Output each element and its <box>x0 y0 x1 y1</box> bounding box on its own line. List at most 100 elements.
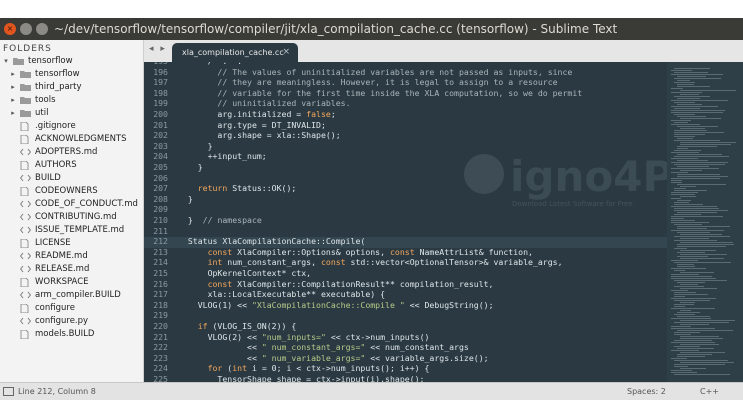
tree-file-item[interactable]: WORKSPACE <box>0 276 143 289</box>
code-line[interactable]: } <box>178 162 203 172</box>
minimap[interactable] <box>667 62 743 382</box>
minimap-line <box>674 296 685 297</box>
file-icon <box>20 330 31 339</box>
minimap-line <box>680 234 722 235</box>
code-line[interactable]: if (VLOG_IS_ON(2)) { <box>178 321 297 331</box>
code-line[interactable]: return Status::OK(); <box>178 183 297 193</box>
close-window-button[interactable]: × <box>4 23 16 35</box>
chevron-right-icon[interactable]: ▸ <box>9 68 17 81</box>
tree-file-item[interactable]: .gitignore <box>0 120 143 133</box>
tree-folder-item[interactable]: ▸ tools <box>0 94 143 107</box>
code-line[interactable]: // The values of uninitialized variables… <box>178 67 572 77</box>
code-line[interactable]: arg.type = DT_INVALID; <box>178 120 325 130</box>
code-line[interactable]: } <box>178 141 213 151</box>
tree-file-item[interactable]: configure.py <box>0 315 143 328</box>
code-line[interactable]: const XlaCompiler::CompilationResult** c… <box>178 279 494 289</box>
tree-folder-item[interactable]: ▸ tensorflow <box>0 68 143 81</box>
code-editor[interactable]: 1951961971981992002012022032042052062072… <box>144 62 743 382</box>
code-line[interactable]: // they are meaningless. However, it is … <box>178 77 557 87</box>
tree-root-folder[interactable]: ▾ tensorflow <box>0 55 143 68</box>
minimap-line <box>677 166 709 167</box>
tree-folder-item[interactable]: ▸ util <box>0 107 143 120</box>
code-line[interactable]: for (int i = 0; i < ctx->num_inputs(); i… <box>178 363 430 373</box>
watermark-subtext: Download Latest Software for Free <box>512 200 633 208</box>
code-line[interactable]: Status XlaCompilationCache::Compile( <box>178 236 365 246</box>
code-line[interactable]: VLOG(1) << "XlaCompilationCache::Compile… <box>178 300 494 310</box>
code-line[interactable]: << " num_constant_args=" << num_constant… <box>178 342 469 352</box>
maximize-window-button[interactable] <box>36 23 48 35</box>
minimap-line <box>674 214 701 215</box>
code-file-icon <box>20 252 31 260</box>
chevron-right-icon[interactable]: ▸ <box>9 81 17 94</box>
minimap-line <box>671 112 723 113</box>
code-line[interactable]: const XlaCompiler::Options& options, con… <box>178 247 533 257</box>
panel-toggle-icon[interactable] <box>3 387 14 396</box>
minimap-line <box>677 256 708 257</box>
code-line[interactable]: / . . <box>178 62 243 66</box>
code-line[interactable]: VLOG(2) << "num_inputs=" << ctx->num_inp… <box>178 332 430 342</box>
tree-file-item[interactable]: ADOPTERS.md <box>0 146 143 159</box>
code-line[interactable]: // variable for the first time inside th… <box>178 88 582 98</box>
line-number: 221 <box>153 331 168 342</box>
line-number: 225 <box>153 374 168 382</box>
tree-item-label: CODEOWNERS <box>35 186 98 196</box>
tree-file-item[interactable]: CODE_OF_CONDUCT.md <box>0 198 143 211</box>
minimap-line <box>677 86 710 87</box>
tree-file-item[interactable]: CODEOWNERS <box>0 185 143 198</box>
tree-file-item[interactable]: arm_compiler.BUILD <box>0 289 143 302</box>
minimap-line <box>677 228 707 229</box>
code-line[interactable]: int num_constant_args, const std::vector… <box>178 257 563 267</box>
folder-icon <box>20 96 31 104</box>
tree-item-label: util <box>35 108 49 118</box>
tree-folder-item[interactable]: ▸ third_party <box>0 81 143 94</box>
code-file-icon <box>20 226 31 234</box>
minimap-line <box>680 242 733 243</box>
tree-file-item[interactable]: ISSUE_TEMPLATE.md <box>0 224 143 237</box>
tree-file-item[interactable]: LICENSE <box>0 237 143 250</box>
line-number: 199 <box>153 98 168 109</box>
watermark-logo-icon <box>464 154 504 194</box>
tree-file-item[interactable]: BUILD <box>0 172 143 185</box>
tree-file-item[interactable]: models.BUILD <box>0 328 143 341</box>
minimize-window-button[interactable] <box>20 23 32 35</box>
code-line[interactable]: } <box>178 194 193 204</box>
minimap-line <box>674 322 729 323</box>
tree-file-item[interactable]: README.md <box>0 250 143 263</box>
tab-navigation-arrows[interactable]: ◂ ▸ <box>149 44 167 54</box>
minimap-line <box>671 70 692 71</box>
code-line[interactable]: ++input_num; <box>178 151 267 161</box>
chevron-right-icon[interactable]: ▸ <box>9 107 17 120</box>
tree-file-item[interactable]: configure <box>0 302 143 315</box>
code-line[interactable]: } // namespace <box>178 215 262 225</box>
tab-close-icon[interactable]: × <box>282 43 290 62</box>
tree-file-item[interactable]: AUTHORS <box>0 159 143 172</box>
minimap-line <box>680 272 714 273</box>
minimap-line <box>674 280 727 281</box>
tree-file-item[interactable]: ACKNOWLEDGMENTS <box>0 133 143 146</box>
indentation-setting[interactable]: Spaces: 2 <box>627 383 666 400</box>
tree-file-item[interactable]: CONTRIBUTING.md <box>0 211 143 224</box>
minimap-line <box>677 282 705 283</box>
tree-item-label: tools <box>35 95 56 105</box>
minimap-line <box>671 192 698 193</box>
chevron-right-icon[interactable]: ▸ <box>9 94 17 107</box>
code-line[interactable]: // uninitialized variables. <box>178 98 350 108</box>
tree-item-label: RELEASE.md <box>35 264 90 274</box>
tree-file-item[interactable]: RELEASE.md <box>0 263 143 276</box>
code-line[interactable]: << " num_variable_args=" << variable_arg… <box>178 353 489 363</box>
code-line[interactable]: xla::LocalExecutable** executable) { <box>178 289 385 299</box>
code-line[interactable]: arg.shape = xla::Shape(); <box>178 130 340 140</box>
line-number: 218 <box>153 299 168 310</box>
tab-active-file[interactable]: xla_compilation_cache.cc × <box>172 43 298 62</box>
chevron-down-icon[interactable]: ▾ <box>2 55 10 68</box>
minimap-line <box>680 238 709 239</box>
code-line[interactable]: arg.initialized = false; <box>178 109 335 119</box>
code-line[interactable]: OpKernelContext* ctx, <box>178 268 312 278</box>
code-line[interactable]: TensorShape shape = ctx->input(i).shape(… <box>178 374 424 382</box>
minimap-line <box>671 106 718 107</box>
minimap-line <box>680 90 736 91</box>
minimap-line <box>674 208 719 209</box>
syntax-selector[interactable]: C++ <box>700 383 719 400</box>
minimap-line <box>674 202 689 203</box>
minimap-line <box>677 80 690 81</box>
